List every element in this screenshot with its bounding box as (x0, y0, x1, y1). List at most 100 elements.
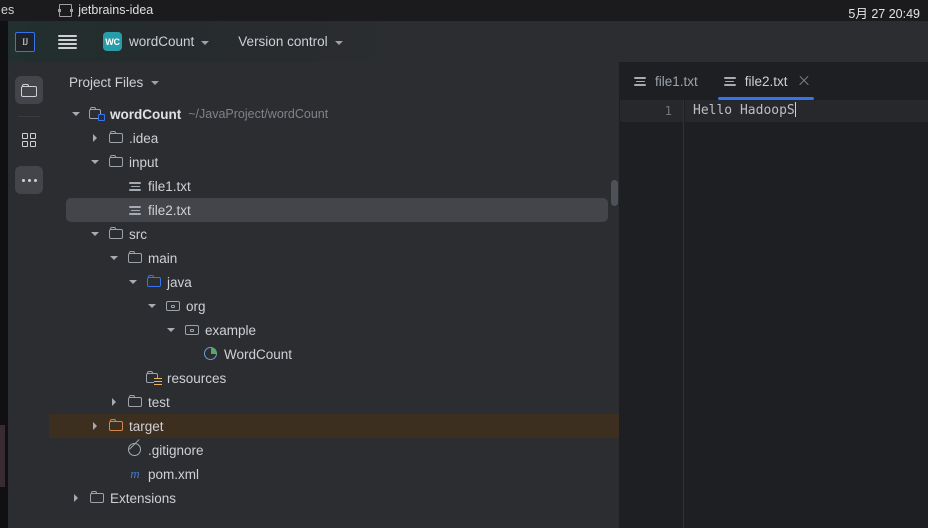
tree-item-label: main (148, 250, 178, 266)
tool-window-header[interactable]: Project Files (49, 62, 620, 102)
tree-no-arrow (129, 374, 138, 383)
text-caret (794, 102, 797, 117)
tree-item-example[interactable]: example (49, 318, 620, 342)
sidebar-item-structure[interactable] (15, 126, 43, 154)
tree-item-main[interactable]: main (49, 246, 620, 270)
sidebar-item-more[interactable] (15, 166, 43, 194)
editor-tab-label: file2.txt (744, 73, 788, 89)
project-name-label: wordCount (129, 34, 195, 49)
maven-icon: m (130, 466, 140, 481)
code-line-text: Hello HadoopS (693, 103, 795, 118)
editor-area: file1.txt file2.txt 1 Hello HadoopS (620, 62, 928, 528)
sidebar-item-project-files[interactable] (15, 76, 43, 104)
tree-no-arrow (110, 206, 119, 215)
tree-item-label: input (129, 154, 159, 170)
tree-item-file1-txt[interactable]: file1.txt (49, 174, 620, 198)
project-widget[interactable]: WC wordCount (99, 29, 213, 54)
intellij-logo-icon[interactable]: IJ (15, 31, 35, 52)
line-number: 1 (620, 100, 683, 122)
code-line[interactable]: Hello HadoopS (685, 100, 928, 122)
folder-icon (108, 130, 124, 146)
folder-icon (108, 226, 124, 242)
project-tool-window: Project Files wordCount ~/JavaProject/wor… (49, 62, 620, 528)
tree-item-extensions[interactable]: Extensions (49, 486, 620, 510)
editor-tab-bar: file1.txt file2.txt (620, 62, 928, 100)
chevron-down-icon (334, 40, 343, 45)
tree-item-label: pom.xml (148, 466, 200, 482)
tree-no-arrow (110, 470, 119, 479)
tree-no-arrow (110, 446, 119, 455)
tree-item-label: resources (167, 370, 227, 386)
tool-window-title: Project Files (69, 74, 144, 90)
chevron-down-icon[interactable] (72, 110, 81, 119)
tree-item-target[interactable]: target (49, 414, 620, 438)
os-bar-left-text: es (1, 3, 15, 17)
os-bar-left: es jetbrains-idea (0, 3, 153, 17)
excluded-folder-icon (108, 418, 124, 434)
tree-item-java[interactable]: java (49, 270, 620, 294)
tree-no-arrow (110, 182, 119, 191)
text-file-icon (127, 202, 143, 218)
os-top-bar: es jetbrains-idea 5月 27 20:49 (0, 0, 928, 21)
resources-folder-icon (146, 370, 162, 386)
chevron-down-icon[interactable] (91, 158, 100, 167)
tree-item-pom-xml[interactable]: m pom.xml (49, 462, 620, 486)
grid-icon (22, 133, 36, 147)
folder-icon (89, 490, 105, 506)
package-icon (165, 298, 181, 314)
os-clock: 5月 27 20:49 (848, 7, 920, 21)
folder-icon (108, 154, 124, 170)
tree-item-input[interactable]: input (49, 150, 620, 174)
close-icon[interactable] (798, 75, 810, 87)
chevron-right-icon[interactable] (110, 397, 119, 407)
project-tree[interactable]: wordCount ~/JavaProject/wordCount .idea inp… (49, 102, 620, 528)
tree-item-label: java (167, 274, 192, 290)
chevron-down-icon[interactable] (167, 326, 176, 335)
tree-item-label: file1.txt (148, 178, 191, 194)
chevron-down-icon[interactable] (91, 230, 100, 239)
chevron-down-icon[interactable] (110, 254, 119, 263)
text-file-icon (127, 178, 143, 194)
tree-item-file2-txt[interactable]: file2.txt (49, 198, 620, 222)
tree-item-wordcount[interactable]: WordCount (49, 342, 620, 366)
tree-item-path-hint: ~/JavaProject/wordCount (188, 107, 329, 121)
chevron-down-icon[interactable] (129, 278, 138, 287)
version-control-widget[interactable]: Version control (238, 29, 343, 54)
chevron-right-icon[interactable] (72, 493, 81, 503)
editor-tab-file1-txt[interactable]: file1.txt (620, 62, 710, 100)
main-toolbar: IJ WC wordCount Version control (8, 21, 928, 62)
tree-item-test[interactable]: test (49, 390, 620, 414)
chevron-down-icon (151, 81, 160, 85)
desktop-background-edge (0, 21, 8, 528)
tree-item-label: Extensions (110, 490, 177, 506)
tree-scrollbar-thumb[interactable] (611, 180, 618, 206)
text-file-icon (722, 73, 738, 89)
chevron-down-icon (201, 40, 210, 45)
editor-code-area[interactable]: Hello HadoopS (685, 100, 928, 528)
folder-icon (127, 250, 143, 266)
tree-item-org[interactable]: org (49, 294, 620, 318)
chevron-down-icon[interactable] (148, 302, 157, 311)
package-icon (184, 322, 200, 338)
chevron-right-icon[interactable] (91, 133, 100, 143)
tree-item-label: .gitignore (148, 442, 204, 458)
hamburger-menu-icon[interactable] (58, 34, 77, 49)
gitignore-icon (127, 442, 143, 458)
tree-item-resources[interactable]: resources (49, 366, 620, 390)
tree-item-label: WordCount (224, 346, 293, 362)
folder-icon (21, 83, 37, 97)
tree-item-gitignore[interactable]: .gitignore (49, 438, 620, 462)
tree-item-label: example (205, 322, 257, 338)
tree-no-arrow (186, 350, 195, 359)
tree-item-src[interactable]: src (49, 222, 620, 246)
ij-mini-icon (58, 3, 74, 17)
chevron-right-icon[interactable] (91, 421, 100, 431)
tree-item-label: target (129, 418, 164, 434)
tree-item-idea[interactable]: .idea (49, 126, 620, 150)
tree-item-wordcount[interactable]: wordCount ~/JavaProject/wordCount (49, 102, 620, 126)
os-app-entry[interactable]: jetbrains-idea (58, 3, 154, 17)
tree-item-label: org (186, 298, 206, 314)
editor-tab-file2-txt[interactable]: file2.txt (710, 62, 822, 100)
os-app-title: jetbrains-idea (78, 3, 154, 17)
activity-bar-divider (18, 116, 40, 117)
